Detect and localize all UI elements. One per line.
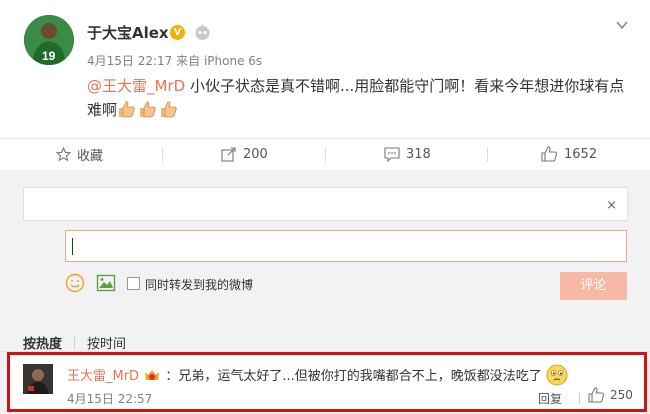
sad-face-emoji bbox=[546, 364, 568, 386]
also-repost-checkbox[interactable] bbox=[127, 277, 140, 290]
post-source: 来自 iPhone 6s bbox=[176, 54, 263, 68]
repost-count: 200 bbox=[243, 146, 268, 162]
comment-body: ：兄弟，运气太好了...但被你打的我嘴都合不上，晚饭都没法吃了 bbox=[165, 369, 542, 384]
robot-icon bbox=[195, 24, 210, 40]
comment-text-line: 王大雷_MrD ：兄弟，运气太好了...但被你打的我嘴都合不上，晚饭都没法吃了 bbox=[67, 364, 568, 386]
sort-bar: 按热度 按时间 bbox=[23, 333, 126, 352]
thumbs-up-icon bbox=[541, 146, 558, 162]
comment-button[interactable]: 318 bbox=[384, 139, 431, 169]
divider bbox=[325, 148, 326, 162]
post-date[interactable]: 4月15日 22:17 bbox=[87, 54, 172, 68]
star-icon bbox=[56, 146, 71, 161]
post-meta: 4月15日 22:17 来自 iPhone 6s bbox=[87, 52, 262, 69]
comment-panel: × 同时转发到我的微博 评论 按热度 按时间 王大雷_MrD ：兄弟，运气太好了… bbox=[0, 170, 650, 414]
divider bbox=[579, 393, 580, 404]
emoji-icon[interactable] bbox=[65, 273, 85, 293]
weibo-post: 19 于大宝Alex V 4月15日 22:17 来自 iPhone 6s @王… bbox=[0, 0, 650, 138]
favorite-label: 收藏 bbox=[77, 148, 104, 164]
thumbs-up-emoji-3 bbox=[159, 100, 179, 125]
sort-by-time-tab[interactable]: 按时间 bbox=[87, 337, 126, 352]
commenter-avatar[interactable] bbox=[23, 364, 53, 394]
repost-button[interactable]: 200 bbox=[221, 139, 268, 169]
comment-time: 4月15日 22:57 bbox=[67, 392, 153, 406]
author-name[interactable]: 于大宝Alex bbox=[87, 22, 169, 43]
post-content: @王大雷_MrD 小伙子状态是真不错啊...用脸都能守门啊！看来今年想进你球有点… bbox=[87, 74, 627, 125]
also-repost-label[interactable]: 同时转发到我的微博 bbox=[145, 276, 253, 293]
close-icon[interactable]: × bbox=[606, 198, 617, 213]
text-caret bbox=[72, 238, 73, 255]
svg-text:19: 19 bbox=[42, 49, 56, 63]
author-avatar[interactable]: 19 bbox=[24, 15, 74, 65]
sort-by-hot-tab[interactable]: 按热度 bbox=[23, 337, 62, 352]
comment-input[interactable] bbox=[65, 230, 627, 262]
comment-like-count: 250 bbox=[610, 388, 633, 402]
post-mention[interactable]: @王大雷_MrD bbox=[87, 77, 185, 95]
repost-icon bbox=[221, 146, 236, 162]
comment-count: 318 bbox=[406, 146, 431, 162]
reply-button[interactable]: 回复 bbox=[538, 390, 562, 407]
post-action-bar: 收藏 200 318 1652 bbox=[0, 138, 650, 169]
thumbs-up-emoji-2 bbox=[138, 100, 158, 125]
thumbs-up-icon bbox=[588, 387, 605, 403]
image-icon[interactable] bbox=[96, 273, 116, 293]
commenter-name[interactable]: 王大雷_MrD bbox=[67, 369, 139, 384]
submit-comment-button[interactable]: 评论 bbox=[560, 272, 627, 300]
divider bbox=[487, 148, 488, 162]
like-button[interactable]: 1652 bbox=[541, 139, 597, 169]
thumbs-up-emoji-1 bbox=[117, 100, 137, 125]
chevron-down-icon[interactable] bbox=[614, 17, 630, 33]
member-badge-icon bbox=[145, 370, 160, 380]
verified-badge-icon: V bbox=[170, 25, 185, 40]
comment-like-button[interactable]: 250 bbox=[588, 387, 633, 403]
comment-icon bbox=[384, 146, 400, 162]
comment-item: 王大雷_MrD ：兄弟，运气太好了...但被你打的我嘴都合不上，晚饭都没法吃了 … bbox=[7, 352, 647, 412]
like-count: 1652 bbox=[564, 146, 598, 162]
forward-text-box[interactable]: × bbox=[23, 187, 628, 221]
divider bbox=[74, 337, 76, 349]
divider bbox=[162, 148, 163, 162]
favorite-button[interactable]: 收藏 bbox=[56, 139, 103, 169]
